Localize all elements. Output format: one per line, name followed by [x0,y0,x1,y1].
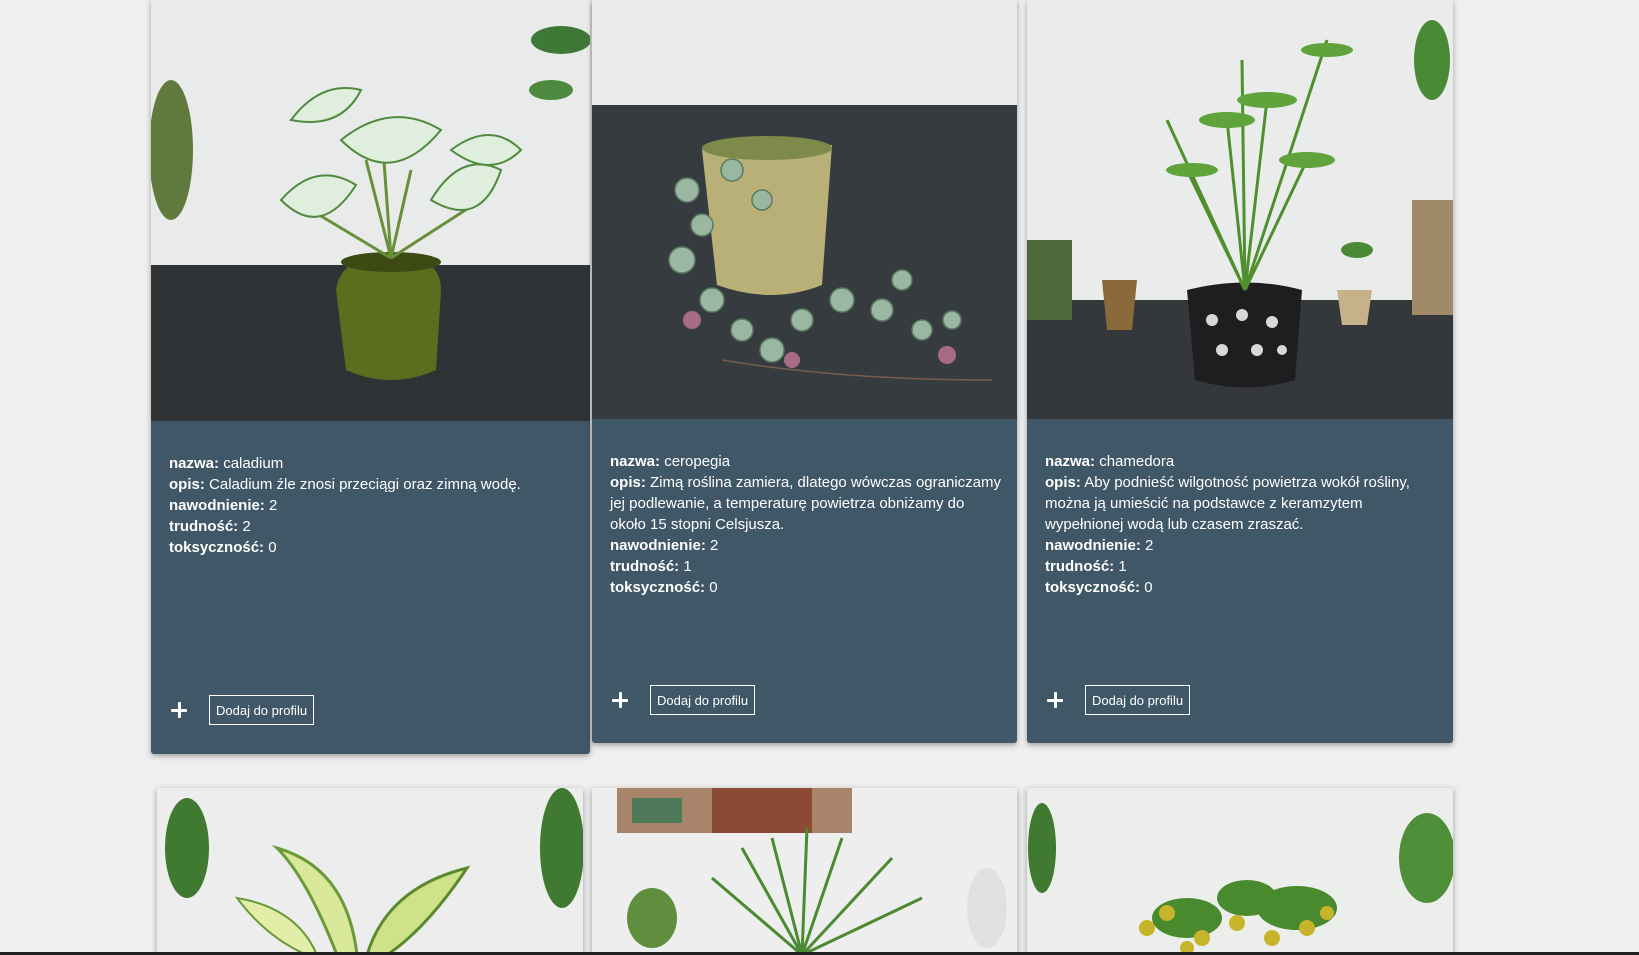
toxicity-label: toksyczność: [169,539,265,556]
plant-photo-chamedora [1027,0,1453,419]
plant-description-row: opis: Caladium źle znosi przeciągi oraz … [169,474,574,495]
plant-description: Caladium źle znosi przeciągi oraz zimną … [209,476,521,493]
plus-icon[interactable] [1047,692,1063,708]
plant-difficulty-row: trudność: 1 [1045,556,1437,577]
plant-description-row: opis: Aby podnieść wilgotność powietrza … [1045,472,1437,535]
plant-catalog-page: nazwa: caladium opis: Caladium źle znosi… [0,0,1639,955]
plant-info-chamedora: nazwa: chamedora opis: Aby podnieść wilg… [1045,451,1437,598]
plant-description: Aby podnieść wilgotność powietrza wokół … [1045,474,1410,533]
add-to-profile-button[interactable]: Dodaj do profilu [650,685,756,715]
plant-photo [157,788,583,955]
plant-name-row: nazwa: caladium [169,453,574,474]
name-label: nazwa: [1045,453,1096,470]
card-actions: Dodaj do profilu [612,685,756,715]
plant-difficulty: 1 [683,558,692,575]
plant-difficulty: 1 [1118,558,1127,575]
difficulty-label: trudność: [610,558,680,575]
plant-photo-caladium [151,0,590,421]
description-label: opis: [610,474,646,491]
plant-toxicity: 0 [268,539,277,556]
plant-difficulty: 2 [242,518,251,535]
plant-name: caladium [223,455,284,472]
difficulty-label: trudność: [169,518,239,535]
toxicity-label: toksyczność: [610,579,706,596]
plant-watering-row: nawodnienie: 2 [1045,535,1437,556]
plant-photo [592,788,1017,955]
plant-name-row: nazwa: chamedora [1045,451,1437,472]
name-label: nazwa: [610,453,661,470]
description-label: opis: [1045,474,1081,491]
plant-difficulty-row: trudność: 1 [610,556,1001,577]
plant-card-partial-2 [592,788,1017,955]
plant-info-ceropegia: nazwa: ceropegia opis: Zimą roślina zami… [610,451,1001,598]
plant-toxicity: 0 [1144,579,1153,596]
plant-name: chamedora [1099,453,1175,470]
plant-card-partial-1 [157,788,583,955]
plant-toxicity: 0 [709,579,718,596]
plant-name: ceropegia [664,453,731,470]
plant-photo-ceropegia [592,0,1017,419]
watering-label: nawodnienie: [169,497,265,514]
card-actions: Dodaj do profilu [1047,685,1191,715]
plant-card-ceropegia: nazwa: ceropegia opis: Zimą roślina zami… [592,0,1017,743]
difficulty-label: trudność: [1045,558,1115,575]
plant-toxicity-row: toksyczność: 0 [610,577,1001,598]
toxicity-label: toksyczność: [1045,579,1141,596]
name-label: nazwa: [169,455,220,472]
plant-watering-row: nawodnienie: 2 [610,535,1001,556]
card-actions: Dodaj do profilu [171,695,315,725]
plant-description: Zimą roślina zamiera, dlatego wówczas og… [610,474,1001,533]
plant-toxicity-row: toksyczność: 0 [1045,577,1437,598]
watering-label: nawodnienie: [1045,537,1141,554]
plant-description-row: opis: Zimą roślina zamiera, dlatego wówc… [610,472,1001,535]
plant-photo [1027,788,1453,955]
add-to-profile-button[interactable]: Dodaj do profilu [209,695,315,725]
plant-toxicity-row: toksyczność: 0 [169,537,574,558]
plant-difficulty-row: trudność: 2 [169,516,574,537]
plant-watering: 2 [269,497,278,514]
watering-label: nawodnienie: [610,537,706,554]
plant-watering: 2 [710,537,719,554]
add-to-profile-button[interactable]: Dodaj do profilu [1085,685,1191,715]
plant-card-chamedora: nazwa: chamedora opis: Aby podnieść wilg… [1027,0,1453,743]
plant-watering-row: nawodnienie: 2 [169,495,574,516]
description-label: opis: [169,476,205,493]
plant-card-caladium: nazwa: caladium opis: Caladium źle znosi… [151,0,590,754]
plant-watering: 2 [1145,537,1154,554]
plant-card-partial-3 [1027,788,1453,955]
plant-info-caladium: nazwa: caladium opis: Caladium źle znosi… [169,453,574,558]
plus-icon[interactable] [171,702,187,718]
plant-name-row: nazwa: ceropegia [610,451,1001,472]
plus-icon[interactable] [612,692,628,708]
